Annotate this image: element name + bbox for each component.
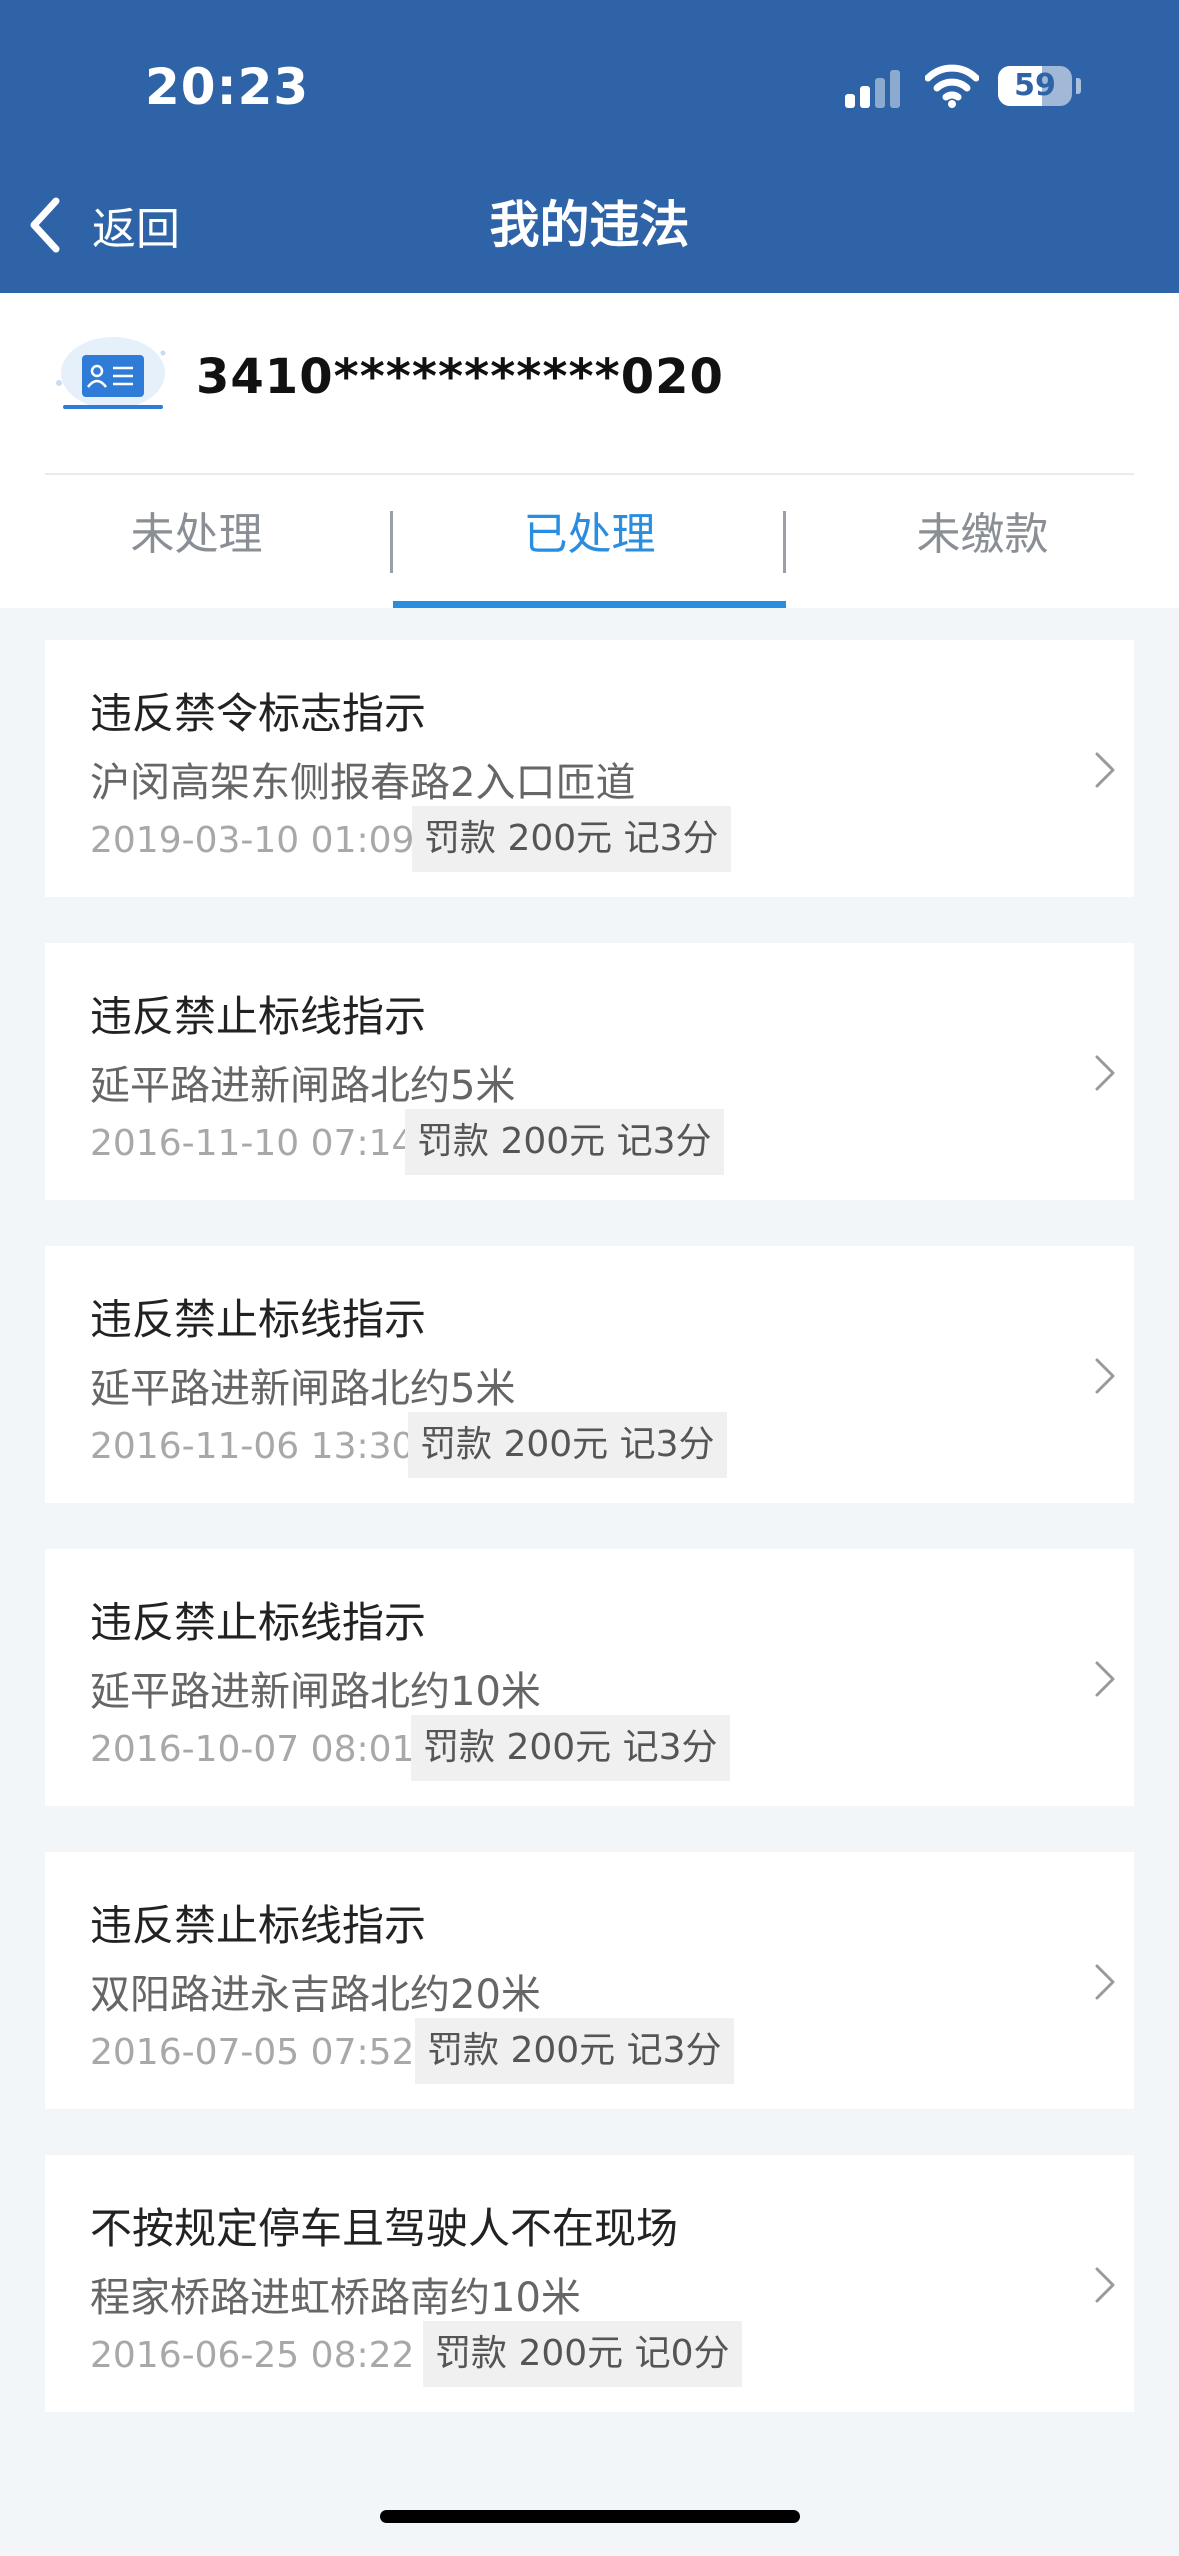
chevron-right-icon xyxy=(1095,1055,1115,1091)
violation-card[interactable]: 不按规定停车且驾驶人不在现场 程家桥路进虹桥路南约10米 2016-06-25 08… xyxy=(45,2155,1134,2412)
violation-datetime: 2016-10-07 08:01 xyxy=(90,1729,415,1770)
app-header: 20:23 59 返回 我的违法 xyxy=(0,0,1179,293)
violation-location: 延平路进新闸路北约5米 xyxy=(90,1366,516,1412)
id-card-icon xyxy=(56,337,166,409)
status-time: 20:23 xyxy=(145,58,310,116)
violation-title: 违反禁令标志指示 xyxy=(90,689,427,738)
violation-location: 双阳路进永吉路北约20米 xyxy=(90,1972,541,2018)
violation-datetime: 2016-07-05 07:52 xyxy=(90,2032,415,2073)
violation-datetime: 2016-06-25 08:22 xyxy=(90,2335,415,2376)
violation-card[interactable]: 违反禁止标线指示延平路进新闸路北约5米 2016-11-10 07:14 罚款 20… xyxy=(45,943,1134,1200)
penalty-badge: 罚款 200元 记3分 xyxy=(411,1715,730,1781)
tab-separator xyxy=(783,511,786,573)
penalty-badge: 罚款 200元 记3分 xyxy=(412,806,731,872)
violation-title: 违反禁止标线指示 xyxy=(90,1295,427,1344)
tab-unpaid[interactable]: 未缴款 xyxy=(786,475,1179,608)
chevron-right-icon xyxy=(1095,1964,1115,2000)
penalty-badge: 罚款 200元 记3分 xyxy=(405,1109,724,1175)
violation-card[interactable]: 违反禁止标线指示延平路进新闸路北约10米 2016-10-07 08:01 罚款 2… xyxy=(45,1549,1134,1806)
penalty-badge: 罚款 200元 记3分 xyxy=(415,2018,734,2084)
battery-icon: 59 xyxy=(998,66,1072,106)
tab-bar: 未处理 已处理 未缴款 xyxy=(0,475,1179,608)
violation-title: 违反禁止标线指示 xyxy=(90,1598,427,1647)
violation-location: 延平路进新闸路北约10米 xyxy=(90,1669,541,1715)
violation-card[interactable]: 违反禁止标线指示双阳路进永吉路北约20米 2016-07-05 07:52 罚款 2… xyxy=(45,1852,1134,2109)
violation-card[interactable]: 违反禁令标志指示沪闵高架东侧报春路2入口匝道 2019-03-10 01:09 罚款… xyxy=(45,640,1134,897)
chevron-right-icon xyxy=(1095,1661,1115,1697)
chevron-right-icon xyxy=(1095,2267,1115,2303)
violation-list: 违反禁令标志指示 沪闵高架东侧报春路2入口匝道 2019-03-10 01:09 罚款… xyxy=(45,640,1134,2458)
violation-datetime: 2016-11-06 13:30 xyxy=(90,1426,415,1467)
violation-title: 违反禁止标线指示 xyxy=(90,1901,427,1950)
tab-separator xyxy=(390,511,393,573)
page-title: 我的违法 xyxy=(489,196,690,254)
active-tab-indicator xyxy=(393,601,786,608)
license-number: 3410***********020 xyxy=(196,349,724,405)
chevron-right-icon xyxy=(1095,752,1115,788)
home-indicator xyxy=(380,2510,800,2523)
violation-card[interactable]: 违反禁止标线指示延平路进新闸路北约5米 2016-11-06 13:30 罚款 20… xyxy=(45,1246,1134,1503)
violation-datetime: 2019-03-10 01:09 xyxy=(90,820,415,861)
penalty-badge: 罚款 200元 记3分 xyxy=(408,1412,727,1478)
penalty-badge: 罚款 200元 记0分 xyxy=(423,2321,742,2387)
violation-datetime: 2016-11-10 07:14 xyxy=(90,1123,415,1164)
wifi-icon xyxy=(925,64,979,108)
battery-cap xyxy=(1076,78,1081,94)
violation-title: 不按规定停车且驾驶人不在现场 xyxy=(90,2204,679,2253)
chevron-right-icon xyxy=(1095,1358,1115,1394)
tab-processed[interactable]: 已处理 xyxy=(393,475,786,608)
license-panel: 3410***********020 未处理 已处理 未缴款 xyxy=(0,293,1179,608)
tab-unprocessed[interactable]: 未处理 xyxy=(0,475,393,608)
cellular-signal-icon xyxy=(845,68,905,108)
violation-title: 违反禁止标线指示 xyxy=(90,992,427,1041)
violation-location: 延平路进新闸路北约5米 xyxy=(90,1063,516,1109)
violation-location: 沪闵高架东侧报春路2入口匝道 xyxy=(90,760,636,806)
battery-level: 59 xyxy=(1014,68,1056,103)
violation-location: 程家桥路进虹桥路南约10米 xyxy=(90,2275,581,2321)
